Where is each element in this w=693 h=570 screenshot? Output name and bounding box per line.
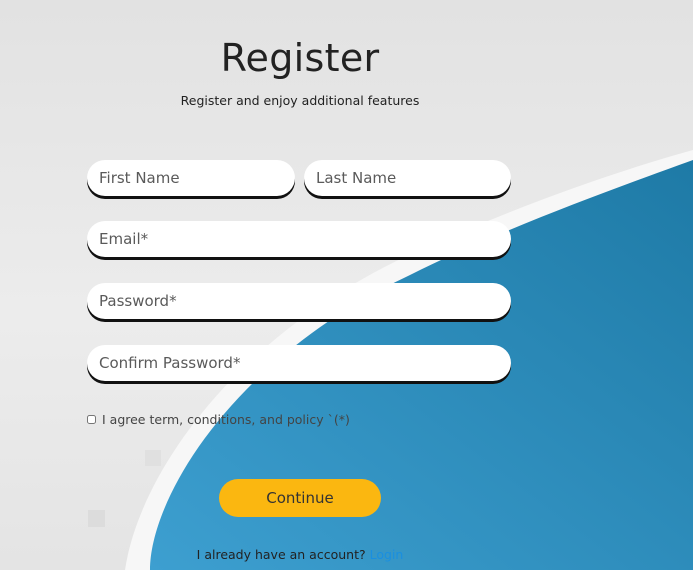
agree-terms-checkbox[interactable]	[87, 415, 96, 424]
register-form-container: Register Register and enjoy additional f…	[0, 0, 600, 570]
agree-terms-row[interactable]: I agree term, conditions, and policy `(*…	[87, 412, 350, 427]
agree-terms-label: I agree term, conditions, and policy `(*…	[102, 412, 350, 427]
login-link[interactable]: Login	[370, 547, 404, 562]
login-prompt: I already have an account? Login	[0, 547, 600, 562]
password-input[interactable]	[87, 283, 511, 319]
login-prompt-text: I already have an account?	[196, 547, 366, 562]
last-name-input[interactable]	[304, 160, 511, 196]
page-subtitle: Register and enjoy additional features	[180, 93, 420, 108]
page-title: Register	[220, 36, 380, 80]
confirm-password-input[interactable]	[87, 345, 511, 381]
first-name-input[interactable]	[87, 160, 295, 196]
continue-button[interactable]: Continue	[219, 479, 381, 517]
email-input[interactable]	[87, 221, 511, 257]
